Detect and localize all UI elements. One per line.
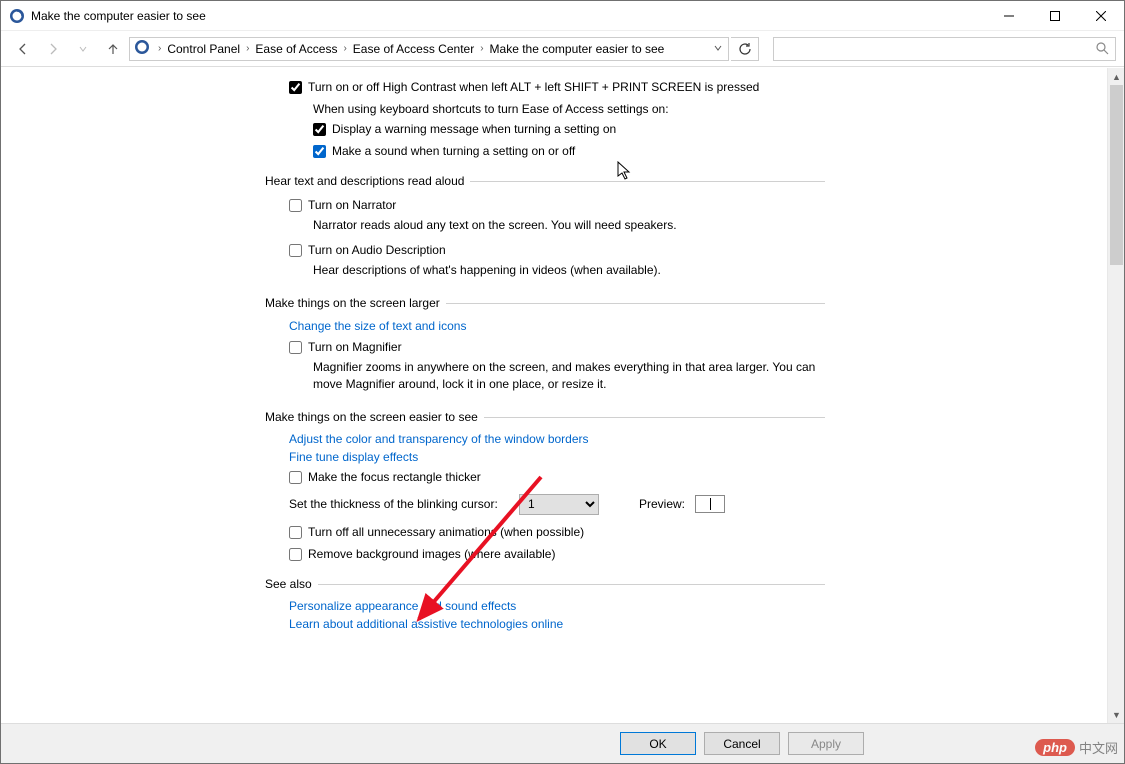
checkbox-highcontrast[interactable] <box>289 81 302 94</box>
desc-magnifier: Magnifier zooms in anywhere on the scree… <box>313 358 833 397</box>
chevron-right-icon: › <box>242 43 253 54</box>
subhead-shortcuts: When using keyboard shortcuts to turn Ea… <box>313 98 1124 118</box>
row-cursor-thickness: Set the thickness of the blinking cursor… <box>289 488 1124 521</box>
address-dropdown[interactable] <box>708 42 728 56</box>
label-highcontrast: Turn on or off High Contrast when left A… <box>308 80 759 94</box>
window-controls <box>986 1 1124 31</box>
checkbox-animations[interactable] <box>289 526 302 539</box>
row-magnifier: Turn on Magnifier <box>289 336 829 358</box>
window-title: Make the computer easier to see <box>31 9 206 23</box>
maximize-button[interactable] <box>1032 1 1078 31</box>
content-area: Turn on or off High Contrast when left A… <box>1 68 1124 723</box>
back-button[interactable] <box>9 35 37 63</box>
apply-button[interactable]: Apply <box>788 732 864 755</box>
row-focus-rect: Make the focus rectangle thicker <box>289 466 829 488</box>
scroll-down-icon[interactable]: ▼ <box>1108 706 1124 723</box>
link-assistive-tech[interactable]: Learn about additional assistive technol… <box>289 615 563 633</box>
label-narrator: Turn on Narrator <box>308 198 396 212</box>
section-see-also: See also <box>265 577 825 591</box>
checkbox-focus-rect[interactable] <box>289 471 302 484</box>
cancel-button[interactable]: Cancel <box>704 732 780 755</box>
titlebar: Make the computer easier to see <box>1 1 1124 31</box>
up-button[interactable] <box>99 35 127 63</box>
row-sound: Make a sound when turning a setting on o… <box>313 140 853 162</box>
row-animations: Turn off all unnecessary animations (whe… <box>289 521 829 543</box>
chevron-right-icon: › <box>476 43 487 54</box>
search-input[interactable] <box>773 37 1116 61</box>
section-larger: Make things on the screen larger <box>265 296 825 310</box>
crumb-ease-center[interactable]: Ease of Access Center <box>351 42 476 56</box>
forward-button[interactable] <box>39 35 67 63</box>
app-icon <box>9 8 25 24</box>
caret-preview <box>710 498 711 510</box>
address-icon <box>134 39 150 58</box>
footer: OK Cancel Apply <box>1 723 1124 763</box>
link-fine-tune[interactable]: Fine tune display effects <box>289 448 418 466</box>
minimize-button[interactable] <box>986 1 1032 31</box>
row-warn: Display a warning message when turning a… <box>313 118 853 140</box>
label-remove-bg: Remove background images (where availabl… <box>308 547 555 561</box>
row-remove-bg: Remove background images (where availabl… <box>289 543 829 565</box>
navbar: › Control Panel › Ease of Access › Ease … <box>1 31 1124 67</box>
label-cursor-thickness: Set the thickness of the blinking cursor… <box>289 497 509 511</box>
recent-dropdown[interactable] <box>69 35 97 63</box>
label-preview: Preview: <box>639 497 685 511</box>
checkbox-narrator[interactable] <box>289 199 302 212</box>
preview-box <box>695 495 725 513</box>
link-personalize[interactable]: Personalize appearance and sound effects <box>289 597 516 615</box>
section-hear: Hear text and descriptions read aloud <box>265 174 825 188</box>
checkbox-sound[interactable] <box>313 145 326 158</box>
link-change-size[interactable]: Change the size of text and icons <box>289 316 466 336</box>
watermark: php 中文网 <box>1035 738 1118 757</box>
label-warn: Display a warning message when turning a… <box>332 122 616 136</box>
checkbox-remove-bg[interactable] <box>289 548 302 561</box>
label-audio-desc: Turn on Audio Description <box>308 243 446 257</box>
link-adjust-color[interactable]: Adjust the color and transparency of the… <box>289 430 589 448</box>
checkbox-warn[interactable] <box>313 123 326 136</box>
row-audio-desc: Turn on Audio Description <box>289 239 829 261</box>
refresh-button[interactable] <box>731 37 759 61</box>
label-sound: Make a sound when turning a setting on o… <box>332 144 575 158</box>
watermark-text: 中文网 <box>1079 738 1118 757</box>
scrollbar[interactable]: ▲ ▼ <box>1107 68 1124 723</box>
label-magnifier: Turn on Magnifier <box>308 340 402 354</box>
chevron-right-icon: › <box>154 43 165 54</box>
checkbox-audio-desc[interactable] <box>289 244 302 257</box>
scroll-up-icon[interactable]: ▲ <box>1108 68 1124 85</box>
crumb-control-panel[interactable]: Control Panel <box>165 42 242 56</box>
checkbox-magnifier[interactable] <box>289 341 302 354</box>
label-animations: Turn off all unnecessary animations (whe… <box>308 525 584 539</box>
section-easier: Make things on the screen easier to see <box>265 410 825 424</box>
row-narrator: Turn on Narrator <box>289 194 829 216</box>
ok-button[interactable]: OK <box>620 732 696 755</box>
desc-narrator: Narrator reads aloud any text on the scr… <box>313 216 833 239</box>
watermark-badge: php <box>1035 739 1075 756</box>
close-button[interactable] <box>1078 1 1124 31</box>
select-cursor-thickness[interactable]: 1 <box>519 494 599 515</box>
label-focus-rect: Make the focus rectangle thicker <box>308 470 481 484</box>
chevron-right-icon: › <box>339 43 350 54</box>
row-highcontrast: Turn on or off High Contrast when left A… <box>289 76 829 98</box>
crumb-ease-of-access[interactable]: Ease of Access <box>253 42 339 56</box>
desc-audio: Hear descriptions of what's happening in… <box>313 261 833 284</box>
address-bar[interactable]: › Control Panel › Ease of Access › Ease … <box>129 37 729 61</box>
scrollbar-thumb[interactable] <box>1110 85 1123 265</box>
crumb-current[interactable]: Make the computer easier to see <box>488 42 667 56</box>
search-icon <box>1095 41 1109 58</box>
